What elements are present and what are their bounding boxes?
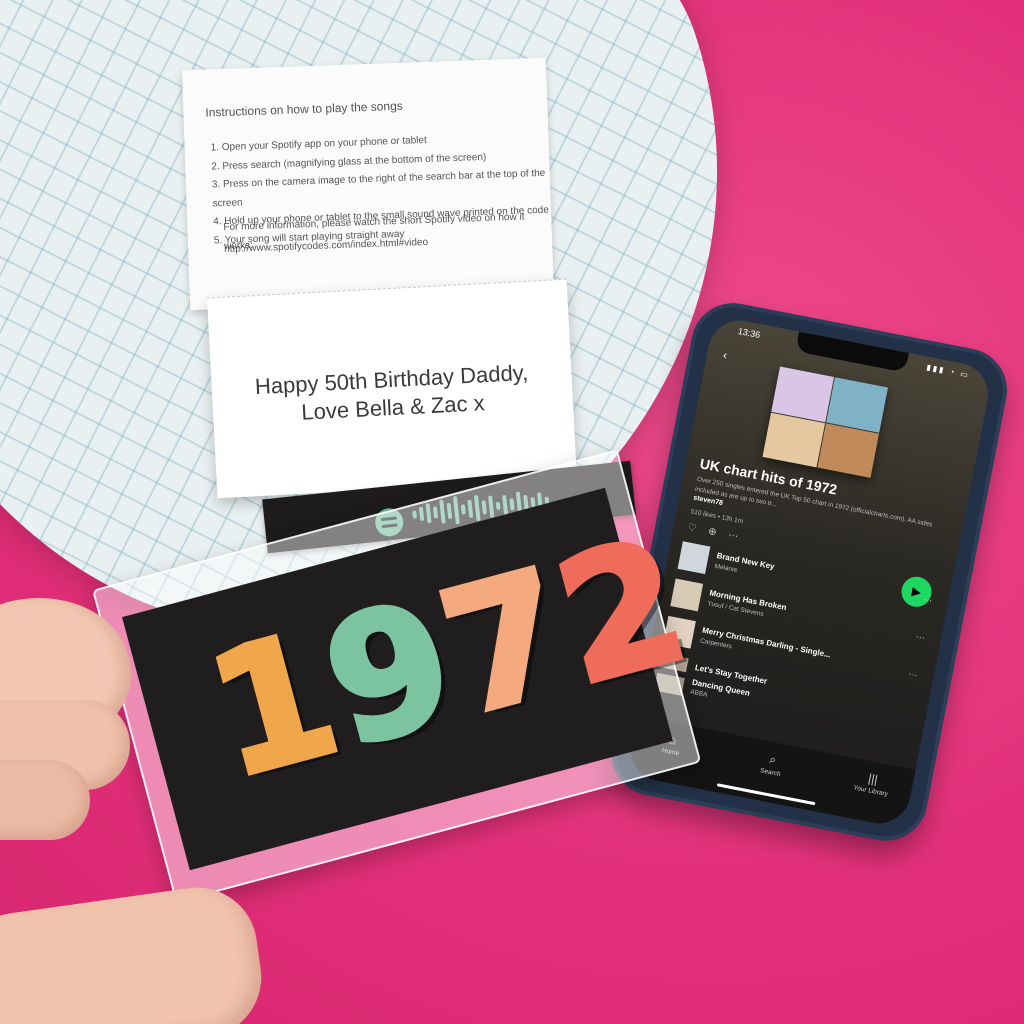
hand-finger <box>0 760 90 840</box>
greeting-card-front: Happy 50th Birthday Daddy, Love Bella & … <box>206 278 578 499</box>
track-more-icon[interactable]: ⋯ <box>915 632 926 645</box>
download-icon[interactable]: ⊕ <box>707 526 729 541</box>
playlist-cover <box>762 366 888 478</box>
home-indicator <box>716 783 816 806</box>
back-chevron-icon[interactable]: ‹ <box>722 348 729 363</box>
playlist-meta: 510 likes • 13h 1m <box>690 508 744 526</box>
heart-icon[interactable]: ♡ <box>687 522 710 537</box>
track-artist: Melanie <box>714 562 738 575</box>
nav-library[interactable]: ||| Your Library <box>841 766 904 800</box>
nav-search[interactable]: ⌕ Search <box>740 747 803 782</box>
phone-notch <box>795 331 909 373</box>
track-more-icon[interactable]: ⋯ <box>922 594 933 607</box>
track-more-icon[interactable]: ⋯ <box>908 669 919 682</box>
track-list: Brand New Key Melanie ⋯ Morning Has Brok… <box>650 539 938 757</box>
instruction-card: Instructions on how to play the songs 1.… <box>181 57 555 311</box>
photo-scene: Instructions on how to play the songs 1.… <box>0 0 1024 1024</box>
instructions-title: Instructions on how to play the songs <box>205 98 403 120</box>
more-icon[interactable]: ⋯ <box>727 530 751 545</box>
signal-wifi-battery-icon: ▮▮▮ ◔ ▭ <box>925 362 971 380</box>
track-artwork <box>677 541 711 575</box>
status-time: 13:36 <box>737 325 762 341</box>
nav-search-label: Search <box>759 767 782 779</box>
